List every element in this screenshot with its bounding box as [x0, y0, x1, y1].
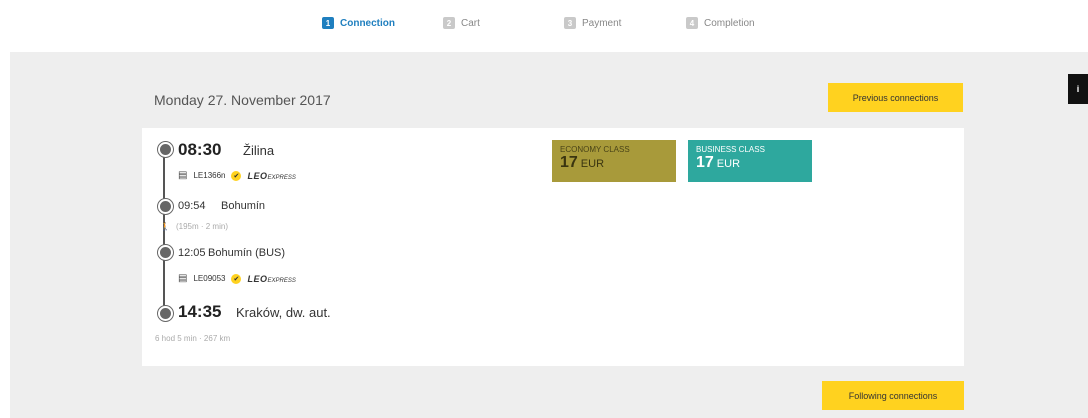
previous-connections-button[interactable]: Previous connections	[828, 83, 963, 112]
search-date: Monday 27. November 2017	[154, 92, 331, 108]
fare-class-label: ECONOMY CLASS	[560, 145, 630, 154]
transfer-departure-dot-icon	[158, 245, 173, 260]
leg2-train-number: LE09053	[193, 274, 226, 283]
departure-dot-icon	[158, 142, 173, 157]
leg2-train-info: ▤ LE09053 ✔ LEOEXPRESS	[178, 273, 296, 284]
transfer-walk: 🚶 (195m · 2 min)	[160, 222, 228, 231]
step-label: Cart	[461, 17, 480, 29]
step-label: Payment	[582, 17, 622, 29]
following-connections-button[interactable]: Following connections	[822, 381, 964, 410]
departure-time: 08:30	[178, 140, 222, 159]
leg1-train-info: ▤ LE1366n ✔ LEOEXPRESS	[178, 170, 296, 181]
step-number-icon: 3	[564, 17, 576, 29]
leg1-train-number: LE1366n	[193, 171, 226, 180]
economy-fare-button[interactable]: ECONOMY CLASS 17 EUR	[552, 140, 676, 182]
transfer-departure-station: Bohumín (BUS)	[208, 247, 286, 259]
arrival-dot-icon	[158, 306, 173, 321]
step-number-icon: 4	[686, 17, 698, 29]
step-number-icon: 1	[322, 17, 334, 29]
transfer-walk-info: (195m · 2 min)	[175, 222, 228, 231]
arrival-time: 14:35	[178, 302, 222, 321]
departure-station: Žilina	[243, 143, 275, 158]
step-completion[interactable]: 4 Completion	[686, 17, 755, 29]
fare-currency: EUR	[580, 158, 605, 170]
bus-icon: ▤	[178, 273, 188, 284]
fare-price: 17	[696, 154, 714, 171]
step-number-icon: 2	[443, 17, 455, 29]
transfer-arrival-time: 09:54	[178, 200, 206, 212]
booking-stepper: 1 Connection 2 Cart 3 Payment 4 Completi…	[0, 0, 1088, 52]
transfer-arrival-dot-icon	[158, 199, 173, 214]
leo-express-logo: LEOEXPRESS	[247, 170, 296, 181]
walk-icon: 🚶	[160, 222, 170, 231]
step-cart[interactable]: 2 Cart	[443, 17, 480, 29]
step-payment[interactable]: 3 Payment	[564, 17, 621, 29]
wifi-badge-icon: ✔	[231, 170, 242, 181]
arrival-station: Kraków, dw. aut.	[236, 305, 331, 320]
info-tab[interactable]: i	[1068, 74, 1088, 104]
transfer-arrival-station: Bohumín	[221, 200, 266, 212]
train-icon: ▤	[178, 170, 188, 181]
transfer-departure-time: 12:05	[178, 247, 206, 259]
fare-class-label: BUSINESS CLASS	[696, 145, 765, 154]
trip-duration: 6 hod 5 min · 267 km	[155, 334, 231, 343]
step-connection[interactable]: 1 Connection	[322, 17, 395, 29]
leo-express-logo: LEOEXPRESS	[247, 273, 296, 284]
business-fare-button[interactable]: BUSINESS CLASS 17 EUR	[688, 140, 812, 182]
step-label: Completion	[704, 17, 755, 29]
fare-currency: EUR	[716, 158, 741, 170]
wifi-badge-icon: ✔	[231, 273, 242, 284]
step-label: Connection	[340, 17, 395, 29]
fare-price: 17	[560, 154, 578, 171]
